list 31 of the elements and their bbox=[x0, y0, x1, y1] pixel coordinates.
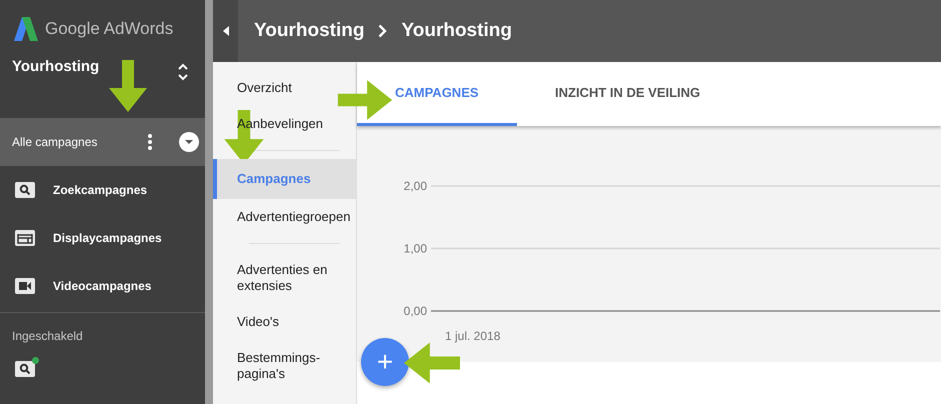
y-tick-label: 1,00 bbox=[404, 242, 427, 256]
sidebar-item[interactable]: Videocampagnes bbox=[0, 262, 205, 310]
display-icon bbox=[15, 230, 35, 246]
video-camera-icon bbox=[15, 278, 35, 294]
nav-item[interactable]: Bestemmings-pagina's bbox=[213, 340, 356, 392]
sidebar-item[interactable]: Zoekcampagnes bbox=[0, 166, 205, 214]
nav-item[interactable]: Overzicht bbox=[213, 72, 296, 106]
breadcrumb-item[interactable]: Yourhosting bbox=[254, 20, 364, 42]
campaign-header[interactable]: Alle campagnes bbox=[0, 118, 205, 166]
chevron-right-icon bbox=[378, 24, 388, 38]
search-icon bbox=[15, 182, 35, 198]
sidebar-item[interactable]: Displaycampagnes bbox=[0, 214, 205, 262]
x-axis-label: 1 jul. 2018 bbox=[445, 329, 500, 343]
tab[interactable]: INZICHT IN DE VEILING bbox=[517, 62, 724, 126]
nav-item[interactable]: Advertentiegroepen bbox=[213, 199, 354, 235]
y-tick-label: 2,00 bbox=[404, 179, 427, 193]
account-name[interactable]: Yourhosting bbox=[12, 58, 100, 75]
dropdown-icon[interactable] bbox=[179, 132, 199, 152]
nav-item[interactable]: Video's bbox=[213, 304, 283, 340]
search-icon[interactable] bbox=[15, 361, 35, 377]
nav-item[interactable]: Advertenties en extensies bbox=[213, 252, 356, 304]
logo-text: Google AdWords bbox=[45, 19, 174, 39]
section-label: Ingeschakeld bbox=[11, 328, 84, 343]
breadcrumb-item[interactable]: Yourhosting bbox=[401, 20, 512, 42]
scrollbar[interactable] bbox=[205, 0, 213, 404]
logo-icon bbox=[13, 17, 39, 41]
more-icon[interactable] bbox=[147, 133, 153, 151]
header-label: Alle campagnes bbox=[12, 135, 98, 149]
chevron-up-down-icon[interactable] bbox=[177, 62, 189, 82]
caret-icon bbox=[222, 26, 228, 36]
y-tick-label: 0,00 bbox=[404, 304, 427, 318]
